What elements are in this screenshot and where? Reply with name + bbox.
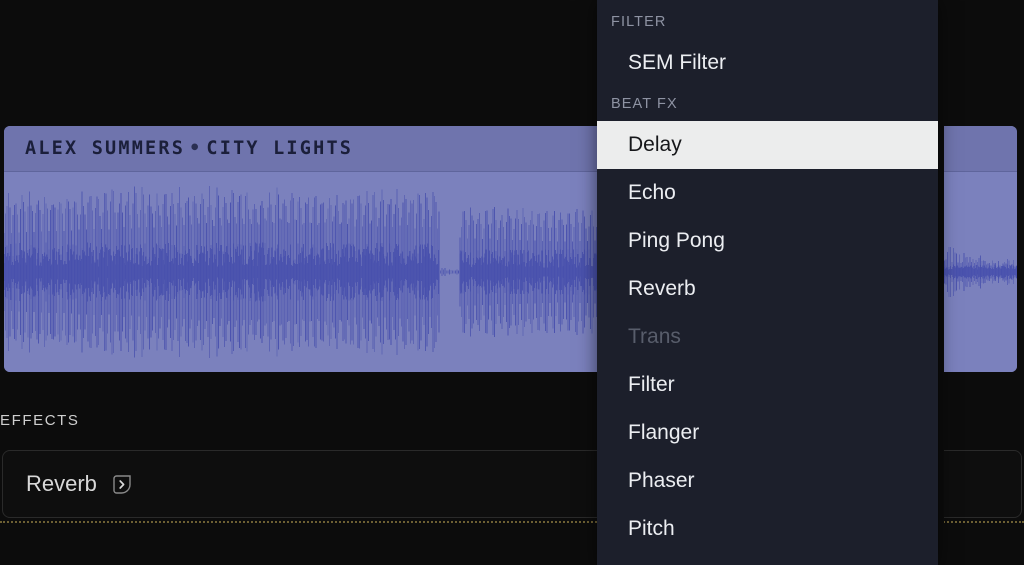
menu-item-reverb[interactable]: Reverb [597,265,938,313]
menu-item-delay[interactable]: Delay [597,121,938,169]
menu-right-gap [938,0,944,565]
track-artist: ALEX SUMMERS [25,138,186,159]
menu-item-sem-filter[interactable]: SEM Filter [597,39,938,87]
menu-item-filter[interactable]: Filter [597,361,938,409]
effect-type-dropdown-menu[interactable]: FILTER SEM Filter BEAT FX Delay Echo Ping Pon… [597,0,938,565]
effects-section-label: EFFECTS [0,412,80,429]
track-title-separator: • [189,138,203,159]
menu-item-trans: Trans [628,325,681,348]
menu-item-phaser[interactable]: Phaser [597,457,938,505]
effect-name: Reverb [26,471,97,496]
track-name: CITY LIGHTS [206,138,354,159]
menu-item-ping-pong[interactable]: Ping Pong [597,217,938,265]
chevron-right-icon[interactable] [109,472,134,497]
menu-section-label-beat-fx: BEAT FX [611,96,678,112]
menu-section-label-filter: FILTER [611,14,667,30]
audio-editor-screen: ALEX SUMMERS • CITY LIGHTS EFFECTS Reverb … [0,0,1024,565]
track-title: ALEX SUMMERS • CITY LIGHTS [25,138,353,159]
menu-item-pitch[interactable]: Pitch [597,505,938,553]
menu-item-flanger[interactable]: Flanger [597,409,938,457]
menu-item-echo[interactable]: Echo [597,169,938,217]
